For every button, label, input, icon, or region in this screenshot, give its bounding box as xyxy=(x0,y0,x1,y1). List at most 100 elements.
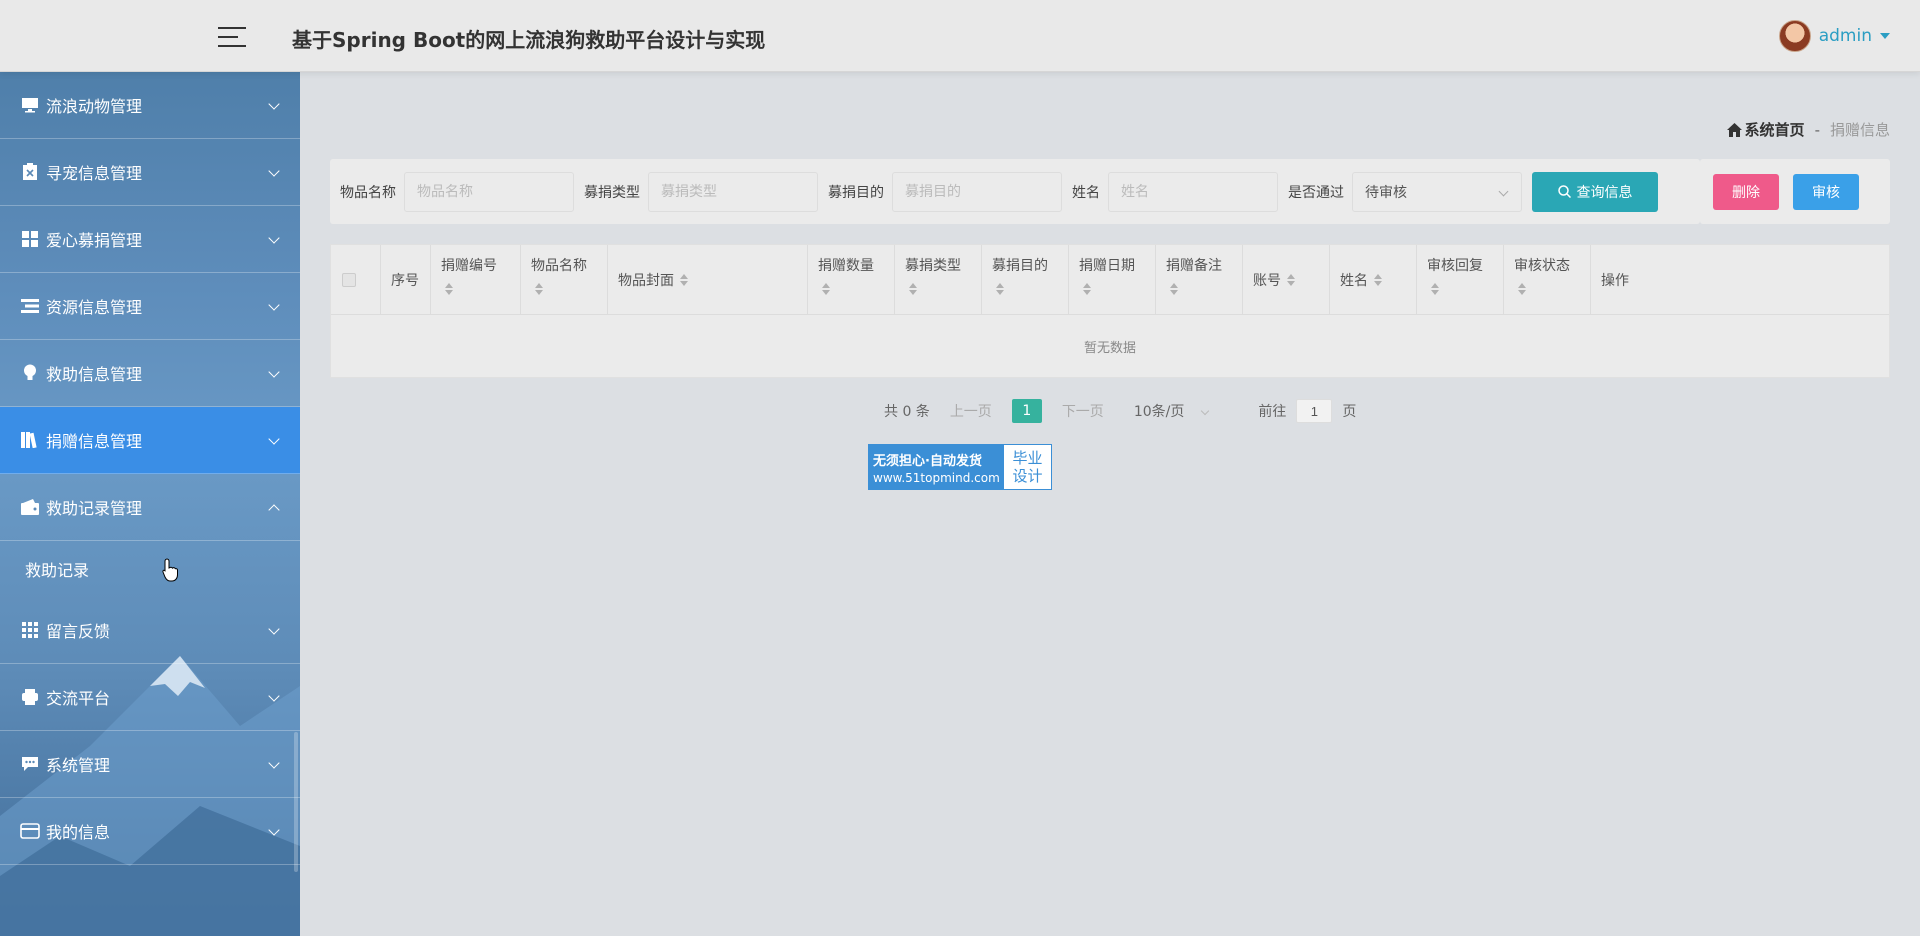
submenu-item-label: 救助记录 xyxy=(25,561,90,580)
sidebar-item-donation-campaign[interactable]: 爱心募捐管理 xyxy=(0,206,300,273)
sort-icon xyxy=(996,283,1004,295)
col-donation-id[interactable]: 捐赠编号 xyxy=(431,245,521,314)
approved-label: 是否通过 xyxy=(1288,184,1344,201)
books-icon xyxy=(20,431,40,449)
col-index: 序号 xyxy=(381,245,431,314)
page-number-button[interactable]: 1 xyxy=(1011,399,1042,423)
goto-page-input[interactable] xyxy=(1296,399,1333,423)
card-icon xyxy=(20,822,40,840)
top-header: 基于Spring Boot的网上流浪狗救助平台设计与实现 admin xyxy=(0,0,1920,72)
sidebar-item-label: 系统管理 xyxy=(46,756,111,775)
lightbulb-icon xyxy=(20,364,40,382)
sidebar-item-label: 爱心募捐管理 xyxy=(46,231,143,250)
app-title: 基于Spring Boot的网上流浪狗救助平台设计与实现 xyxy=(292,28,766,52)
sort-icon xyxy=(1518,283,1526,295)
ad-left: 无须担心·自动发货 www.51topmind.com xyxy=(869,445,1004,489)
sidebar-item-label: 流浪动物管理 xyxy=(46,97,143,116)
table-header: 序号 捐赠编号 物品名称 物品封面 捐赠数量 募捐类型 募捐目的 捐赠日期 捐赠… xyxy=(331,245,1889,315)
sidebar-item-label: 捐赠信息管理 xyxy=(46,432,143,451)
wallet-icon xyxy=(20,498,40,516)
sidebar-item-donations[interactable]: 捐赠信息管理 xyxy=(0,407,300,474)
chevron-down-icon xyxy=(268,366,280,378)
apps-icon xyxy=(20,621,40,639)
audit-button[interactable]: 审核 xyxy=(1793,173,1859,210)
chat-icon xyxy=(20,755,40,773)
col-name[interactable]: 姓名 xyxy=(1330,245,1417,314)
submenu-item-rescue-record[interactable]: 救助记录 xyxy=(0,541,300,597)
col-audit-reply[interactable]: 审核回复 xyxy=(1417,245,1504,314)
campaign-purpose-input[interactable] xyxy=(892,171,1062,212)
sidebar-item-resources[interactable]: 资源信息管理 xyxy=(0,273,300,340)
select-all-cell xyxy=(331,245,381,314)
ad-badge[interactable]: 无须担心·自动发货 www.51topmind.com 毕业 设计 xyxy=(868,444,1052,490)
caret-down-icon xyxy=(1880,33,1890,39)
approved-select-value: 待审核 xyxy=(1365,184,1407,201)
chevron-down-icon xyxy=(1201,406,1210,416)
item-name-input[interactable] xyxy=(404,171,574,212)
sidebar-item-forum[interactable]: 交流平台 xyxy=(0,664,300,731)
sidebar-scrollbar[interactable] xyxy=(294,732,298,872)
col-campaign-type[interactable]: 募捐类型 xyxy=(895,245,982,314)
sidebar-item-rescue-records[interactable]: 救助记录管理 xyxy=(0,474,300,541)
col-donation-date[interactable]: 捐赠日期 xyxy=(1069,245,1156,314)
name-label: 姓名 xyxy=(1072,184,1100,201)
breadcrumb-separator: - xyxy=(1814,120,1820,139)
user-menu[interactable]: admin xyxy=(1778,20,1890,52)
chevron-down-icon xyxy=(268,98,280,110)
sidebar-item-lost-pets[interactable]: 寻宠信息管理 xyxy=(0,139,300,206)
sidebar-item-label: 我的信息 xyxy=(46,823,111,842)
col-item-name[interactable]: 物品名称 xyxy=(521,245,608,314)
sort-icon xyxy=(909,283,917,295)
col-donation-qty[interactable]: 捐赠数量 xyxy=(808,245,895,314)
chevron-down-icon xyxy=(268,232,280,244)
next-page-button[interactable]: 下一页 xyxy=(1062,401,1104,421)
chevron-down-icon xyxy=(268,690,280,702)
chevron-up-icon xyxy=(268,504,280,516)
sort-icon xyxy=(680,273,688,286)
name-input[interactable] xyxy=(1108,171,1278,212)
sidebar-item-rescue-info[interactable]: 救助信息管理 xyxy=(0,340,300,407)
search-button[interactable]: 查询信息 xyxy=(1532,171,1658,212)
sidebar-item-system[interactable]: 系统管理 xyxy=(0,731,300,798)
hand-cursor-icon xyxy=(162,558,178,582)
campaign-type-label: 募捐类型 xyxy=(584,184,640,201)
chevron-down-icon xyxy=(268,623,280,635)
sort-icon xyxy=(535,283,543,295)
sort-icon xyxy=(445,283,453,295)
sidebar-item-label: 资源信息管理 xyxy=(46,298,143,317)
table-empty-row: 暂无数据 xyxy=(1083,340,1136,356)
chevron-down-icon xyxy=(268,165,280,177)
campaign-type-input[interactable] xyxy=(648,171,818,212)
sidebar-item-label: 救助记录管理 xyxy=(46,499,143,518)
col-donation-note[interactable]: 捐赠备注 xyxy=(1156,245,1243,314)
sort-icon xyxy=(1431,283,1439,295)
prev-page-button[interactable]: 上一页 xyxy=(950,401,992,421)
sidebar-item-my-info[interactable]: 我的信息 xyxy=(0,798,300,865)
menu-toggle-icon[interactable] xyxy=(218,26,246,48)
breadcrumb: 系统首页 - 捐赠信息 xyxy=(1726,119,1890,140)
breadcrumb-home[interactable]: 系统首页 xyxy=(1726,119,1805,140)
sidebar-item-label: 留言反馈 xyxy=(46,622,111,641)
donation-table: 序号 捐赠编号 物品名称 物品封面 捐赠数量 募捐类型 募捐目的 捐赠日期 捐赠… xyxy=(330,244,1890,378)
sidebar-item-label: 寻宠信息管理 xyxy=(46,164,143,183)
sidebar-item-label: 交流平台 xyxy=(46,689,111,708)
action-panel: 删除 审核 xyxy=(1700,159,1890,224)
monitor-icon xyxy=(20,96,40,114)
col-item-cover[interactable]: 物品封面 xyxy=(608,245,808,314)
chevron-down-icon xyxy=(268,757,280,769)
page-size-select[interactable]: 10条/页 xyxy=(1134,401,1210,421)
select-all-checkbox[interactable] xyxy=(342,272,356,287)
pagination: 共 0 条 上一页 1 下一页 10条/页 前往 页 xyxy=(884,398,1356,424)
chevron-down-icon xyxy=(268,433,280,445)
delete-button[interactable]: 删除 xyxy=(1713,173,1779,210)
sidebar: 流浪动物管理 寻宠信息管理 爱心募捐管理 资源信息管理 救助信息管理 捐赠信息管… xyxy=(0,72,300,936)
breadcrumb-current: 捐赠信息 xyxy=(1829,121,1890,139)
sidebar-item-stray-animals[interactable]: 流浪动物管理 xyxy=(0,72,300,139)
approved-select[interactable]: 待审核 xyxy=(1352,171,1522,212)
sidebar-item-feedback[interactable]: 留言反馈 xyxy=(0,597,300,664)
ad-right: 毕业 设计 xyxy=(1004,445,1051,489)
sort-icon xyxy=(1083,283,1091,295)
col-account[interactable]: 账号 xyxy=(1243,245,1330,314)
col-audit-status[interactable]: 审核状态 xyxy=(1504,245,1591,314)
col-campaign-purpose[interactable]: 募捐目的 xyxy=(982,245,1069,314)
